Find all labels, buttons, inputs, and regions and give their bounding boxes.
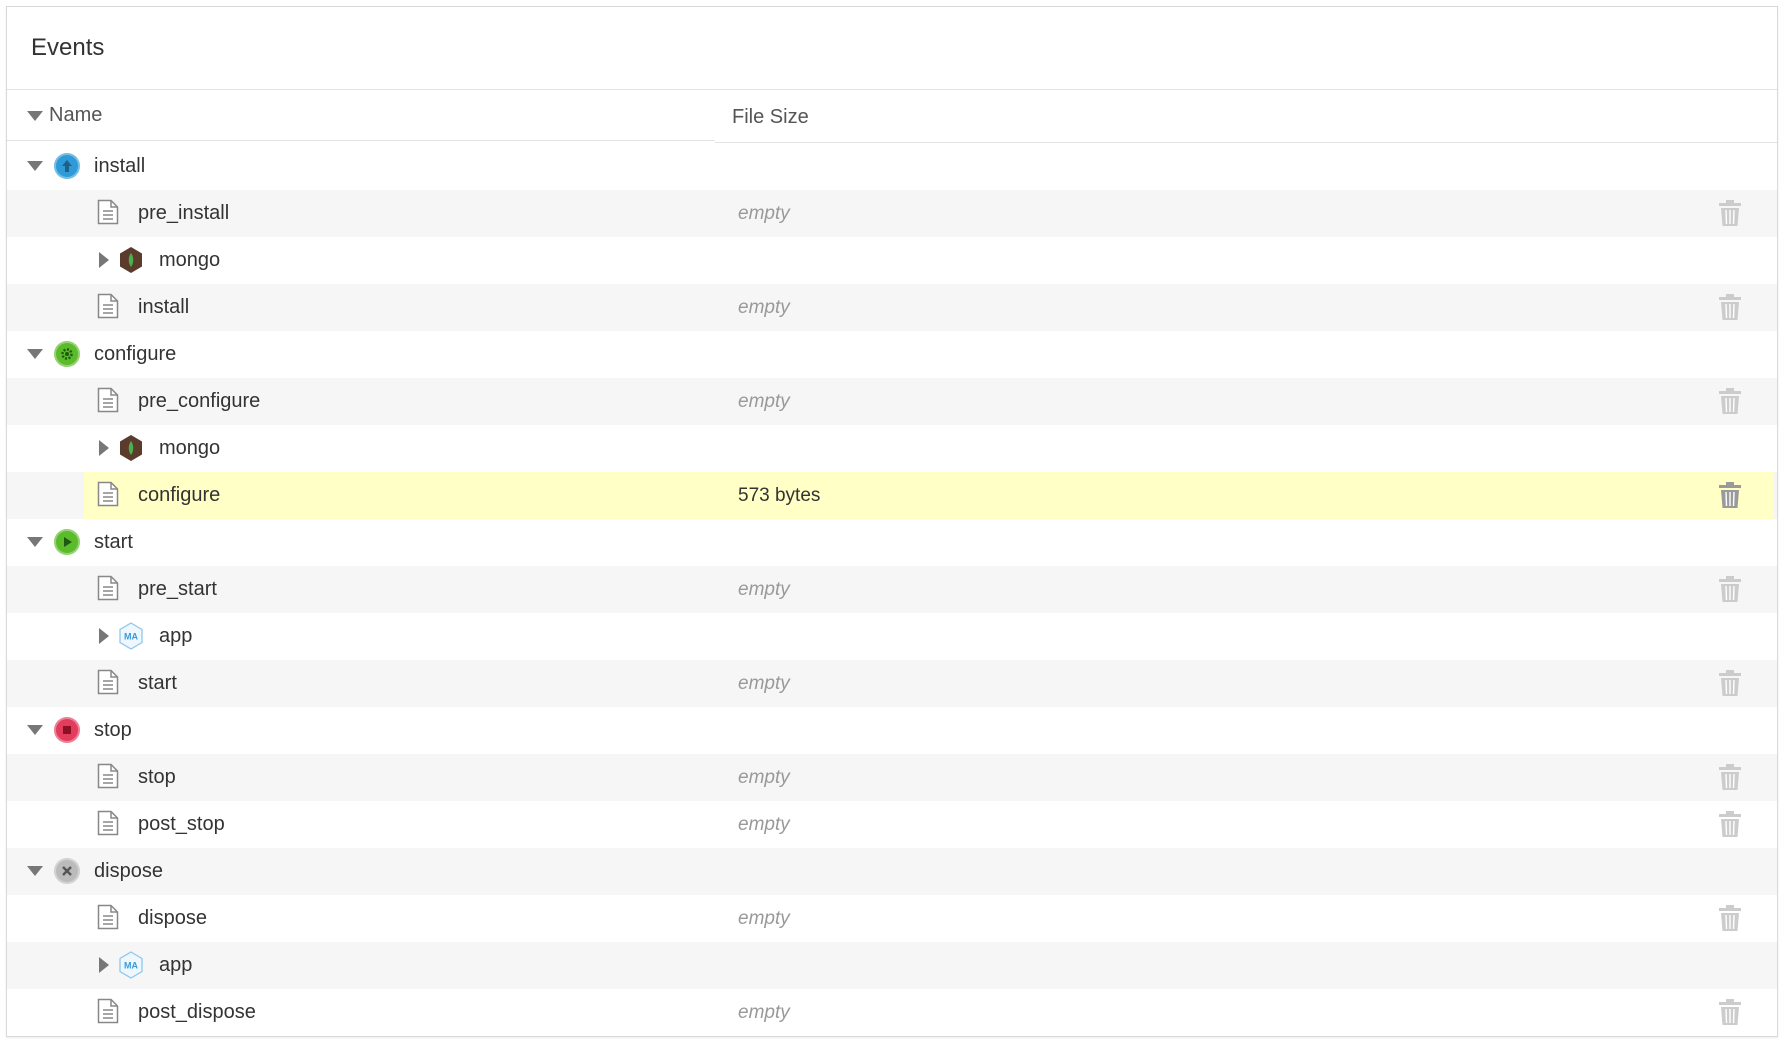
event-group-label: stop bbox=[94, 719, 132, 741]
event-group-row[interactable]: dispose bbox=[7, 848, 1777, 895]
ma-hex-icon: MA bbox=[117, 622, 145, 655]
mongo-hex-icon bbox=[117, 246, 145, 279]
node-row[interactable]: MAMAapp bbox=[7, 613, 1777, 660]
file-icon bbox=[97, 904, 119, 935]
collapse-toggle-icon[interactable] bbox=[27, 866, 43, 876]
file-size-value: empty bbox=[738, 203, 790, 224]
delete-trash-icon[interactable] bbox=[1718, 998, 1742, 1031]
event-group-row[interactable]: configure bbox=[7, 331, 1777, 378]
sort-down-icon bbox=[27, 111, 43, 121]
file-size-value: empty bbox=[738, 814, 790, 835]
file-icon bbox=[97, 669, 119, 700]
delete-trash-icon[interactable] bbox=[1718, 293, 1742, 326]
script-file-row[interactable]: pre_configure empty bbox=[7, 378, 1777, 425]
expand-toggle-icon[interactable] bbox=[99, 628, 109, 644]
event-group-label: configure bbox=[94, 343, 177, 365]
delete-trash-icon[interactable] bbox=[1718, 669, 1742, 702]
panel-title: Events bbox=[7, 7, 1777, 90]
start-play-icon bbox=[54, 529, 80, 555]
script-file-row[interactable]: start empty bbox=[7, 660, 1777, 707]
script-file-label: pre_configure bbox=[138, 390, 261, 412]
event-group-label: start bbox=[94, 531, 133, 553]
delete-trash-icon[interactable] bbox=[1718, 763, 1742, 796]
file-size-value: empty bbox=[738, 1002, 790, 1023]
delete-trash-icon[interactable] bbox=[1718, 904, 1742, 937]
mongo-hex-icon bbox=[117, 434, 145, 467]
event-group-label: install bbox=[94, 155, 146, 177]
file-icon bbox=[97, 763, 119, 794]
file-icon bbox=[97, 199, 119, 230]
script-file-label: stop bbox=[138, 766, 176, 788]
script-file-label: configure bbox=[138, 484, 221, 506]
script-file-label: post_stop bbox=[138, 813, 225, 835]
collapse-toggle-icon[interactable] bbox=[27, 349, 43, 359]
script-file-row[interactable]: pre_install empty bbox=[7, 190, 1777, 237]
script-file-row[interactable]: pre_start empty bbox=[7, 566, 1777, 613]
collapse-toggle-icon[interactable] bbox=[27, 725, 43, 735]
delete-trash-icon[interactable] bbox=[1718, 810, 1742, 843]
svg-text:MA: MA bbox=[124, 632, 138, 642]
file-size-value: empty bbox=[738, 391, 790, 412]
selection-highlight bbox=[84, 472, 1773, 519]
configure-gear-icon bbox=[54, 341, 80, 367]
install-icon bbox=[54, 153, 80, 179]
name-column-header[interactable]: Name bbox=[7, 90, 715, 141]
file-size-column-header[interactable]: File Size bbox=[715, 90, 1777, 143]
script-file-row[interactable]: post_dispose empty bbox=[7, 989, 1777, 1036]
stop-icon bbox=[54, 717, 80, 743]
node-label: app bbox=[159, 625, 193, 647]
ma-hex-icon: MA bbox=[117, 951, 145, 984]
script-file-row[interactable]: configure 573 bytes bbox=[7, 472, 1777, 519]
file-icon bbox=[97, 481, 119, 512]
script-file-row[interactable]: install empty bbox=[7, 284, 1777, 331]
node-row[interactable]: MAMAapp bbox=[7, 942, 1777, 989]
script-file-label: pre_install bbox=[138, 202, 230, 224]
file-size-value: empty bbox=[738, 767, 790, 788]
file-size-column-label: File Size bbox=[732, 106, 809, 128]
node-row[interactable]: mongo bbox=[7, 237, 1777, 284]
script-file-row[interactable]: post_stop empty bbox=[7, 801, 1777, 848]
script-file-label: dispose bbox=[138, 907, 207, 929]
expand-toggle-icon[interactable] bbox=[99, 252, 109, 268]
file-size-value: empty bbox=[738, 908, 790, 929]
node-row[interactable]: mongo bbox=[7, 425, 1777, 472]
collapse-toggle-icon[interactable] bbox=[27, 537, 43, 547]
script-file-row[interactable]: dispose empty bbox=[7, 895, 1777, 942]
file-size-value: empty bbox=[738, 297, 790, 318]
event-group-row[interactable]: install bbox=[7, 143, 1777, 190]
dispose-x-icon bbox=[54, 858, 80, 884]
file-size-value: empty bbox=[738, 579, 790, 600]
script-file-label: start bbox=[138, 672, 177, 694]
file-icon bbox=[97, 998, 119, 1029]
table-header: Name File Size bbox=[7, 90, 1777, 143]
file-icon bbox=[97, 293, 119, 324]
script-file-label: pre_start bbox=[138, 578, 217, 600]
events-panel: Events Name File Size install pre_install… bbox=[6, 6, 1778, 1037]
script-file-row[interactable]: stop empty bbox=[7, 754, 1777, 801]
node-label: mongo bbox=[159, 437, 221, 459]
delete-trash-icon[interactable] bbox=[1718, 481, 1742, 514]
delete-trash-icon[interactable] bbox=[1718, 387, 1742, 420]
file-size-value: 573 bytes bbox=[738, 485, 821, 506]
expand-toggle-icon[interactable] bbox=[99, 440, 109, 456]
delete-trash-icon[interactable] bbox=[1718, 575, 1742, 608]
file-icon bbox=[97, 810, 119, 841]
script-file-label: install bbox=[138, 296, 190, 318]
expand-toggle-icon[interactable] bbox=[99, 957, 109, 973]
svg-text:MA: MA bbox=[124, 961, 138, 971]
file-icon bbox=[97, 387, 119, 418]
node-label: app bbox=[159, 954, 193, 976]
event-group-row[interactable]: start bbox=[7, 519, 1777, 566]
node-label: mongo bbox=[159, 249, 221, 271]
file-icon bbox=[97, 575, 119, 606]
delete-trash-icon[interactable] bbox=[1718, 199, 1742, 232]
event-group-label: dispose bbox=[94, 860, 163, 882]
script-file-label: post_dispose bbox=[138, 1001, 256, 1023]
collapse-toggle-icon[interactable] bbox=[27, 161, 43, 171]
name-column-label: Name bbox=[49, 104, 103, 126]
events-tree: install pre_install empty mongo install empty… bbox=[7, 143, 1777, 1036]
file-size-value: empty bbox=[738, 673, 790, 694]
event-group-row[interactable]: stop bbox=[7, 707, 1777, 754]
